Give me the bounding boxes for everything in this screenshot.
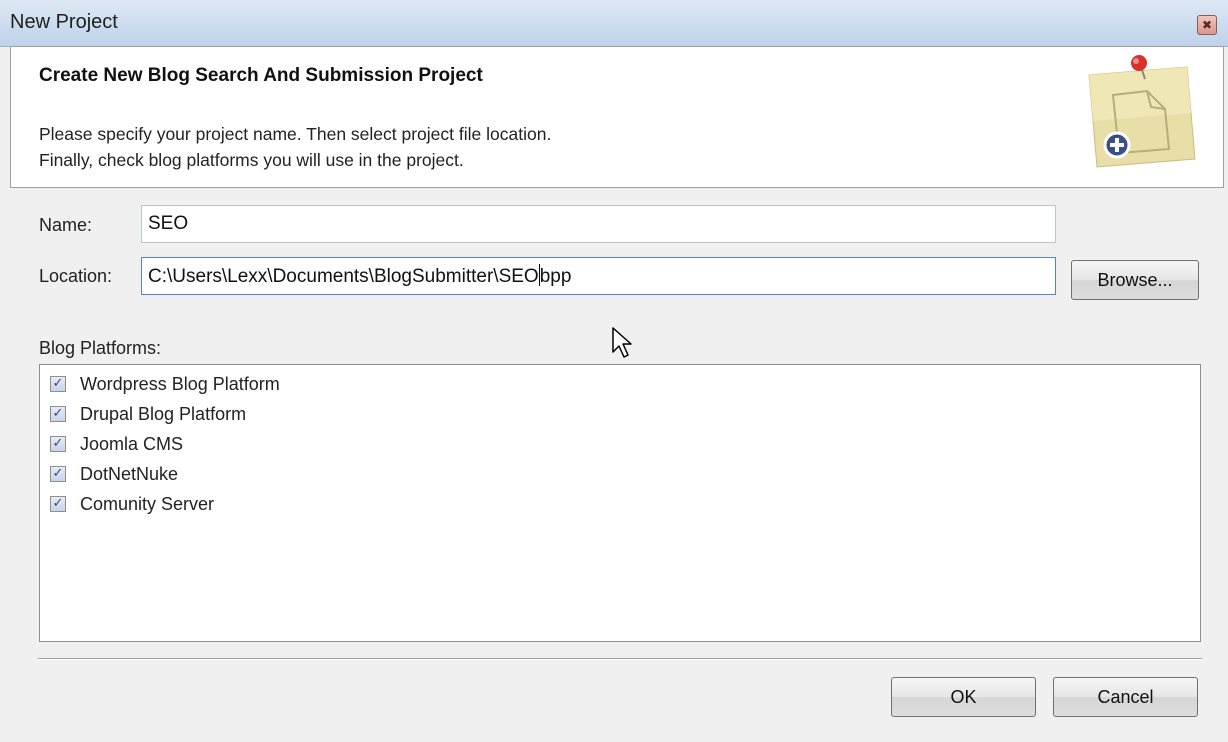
checkbox-joomla[interactable]: ✓	[50, 436, 66, 452]
platform-label: Comunity Server	[80, 494, 215, 514]
platform-label: Joomla CMS	[80, 434, 184, 454]
platform-label: Wordpress Blog Platform	[80, 374, 280, 394]
window-title: New Project	[10, 11, 118, 33]
header-description-line2: Finally, check blog platforms you will u…	[39, 150, 464, 170]
name-label: Name:	[39, 215, 93, 235]
location-input-value-extension: bpp	[539, 266, 572, 287]
location-input[interactable]: C:\Users\Lexx\Documents\BlogSubmitter\SE…	[141, 257, 1056, 295]
cancel-button[interactable]: Cancel	[1053, 677, 1198, 717]
checkmark-icon: ✓	[52, 436, 64, 451]
ok-button[interactable]: OK	[891, 677, 1036, 717]
location-input-value: C:\Users\Lexx\Documents\BlogSubmitter\SE…	[148, 266, 539, 287]
location-label: Location:	[39, 266, 113, 286]
checkmark-icon: ✓	[52, 466, 64, 481]
platform-label: Drupal Blog Platform	[80, 404, 247, 424]
title-bar[interactable]: New Project ✖	[0, 0, 1228, 47]
checkbox-wordpress[interactable]: ✓	[50, 376, 66, 392]
platform-label: DotNetNuke	[80, 464, 179, 484]
sticky-note-add-icon	[1088, 55, 1196, 168]
checkbox-dotnetnuke[interactable]: ✓	[50, 466, 66, 482]
mouse-cursor-icon	[612, 327, 632, 358]
checkbox-drupal[interactable]: ✓	[50, 406, 66, 422]
close-button[interactable]: ✖	[1197, 15, 1217, 35]
browse-button[interactable]: Browse...	[1071, 260, 1199, 300]
header-title: Create New Blog Search And Submission Pr…	[39, 65, 483, 86]
blog-platforms-list[interactable]: ✓ Wordpress Blog Platform ✓ Drupal Blog …	[39, 364, 1201, 642]
checkmark-icon: ✓	[52, 406, 64, 421]
header-description: Please specify your project name. Then s…	[39, 121, 551, 173]
checkbox-community-server[interactable]: ✓	[50, 496, 66, 512]
blog-platforms-label: Blog Platforms:	[39, 338, 162, 358]
new-project-dialog: New Project ✖ Create New Blog Search And…	[0, 0, 1228, 742]
header-panel: Create New Blog Search And Submission Pr…	[10, 46, 1224, 188]
checkmark-icon: ✓	[52, 496, 64, 511]
name-input[interactable]: SEO	[141, 205, 1056, 243]
name-input-value: SEO	[148, 213, 189, 234]
close-icon: ✖	[1201, 18, 1213, 32]
checkmark-icon: ✓	[52, 376, 64, 391]
footer-separator	[38, 658, 1202, 660]
header-description-line1: Please specify your project name. Then s…	[39, 124, 552, 144]
